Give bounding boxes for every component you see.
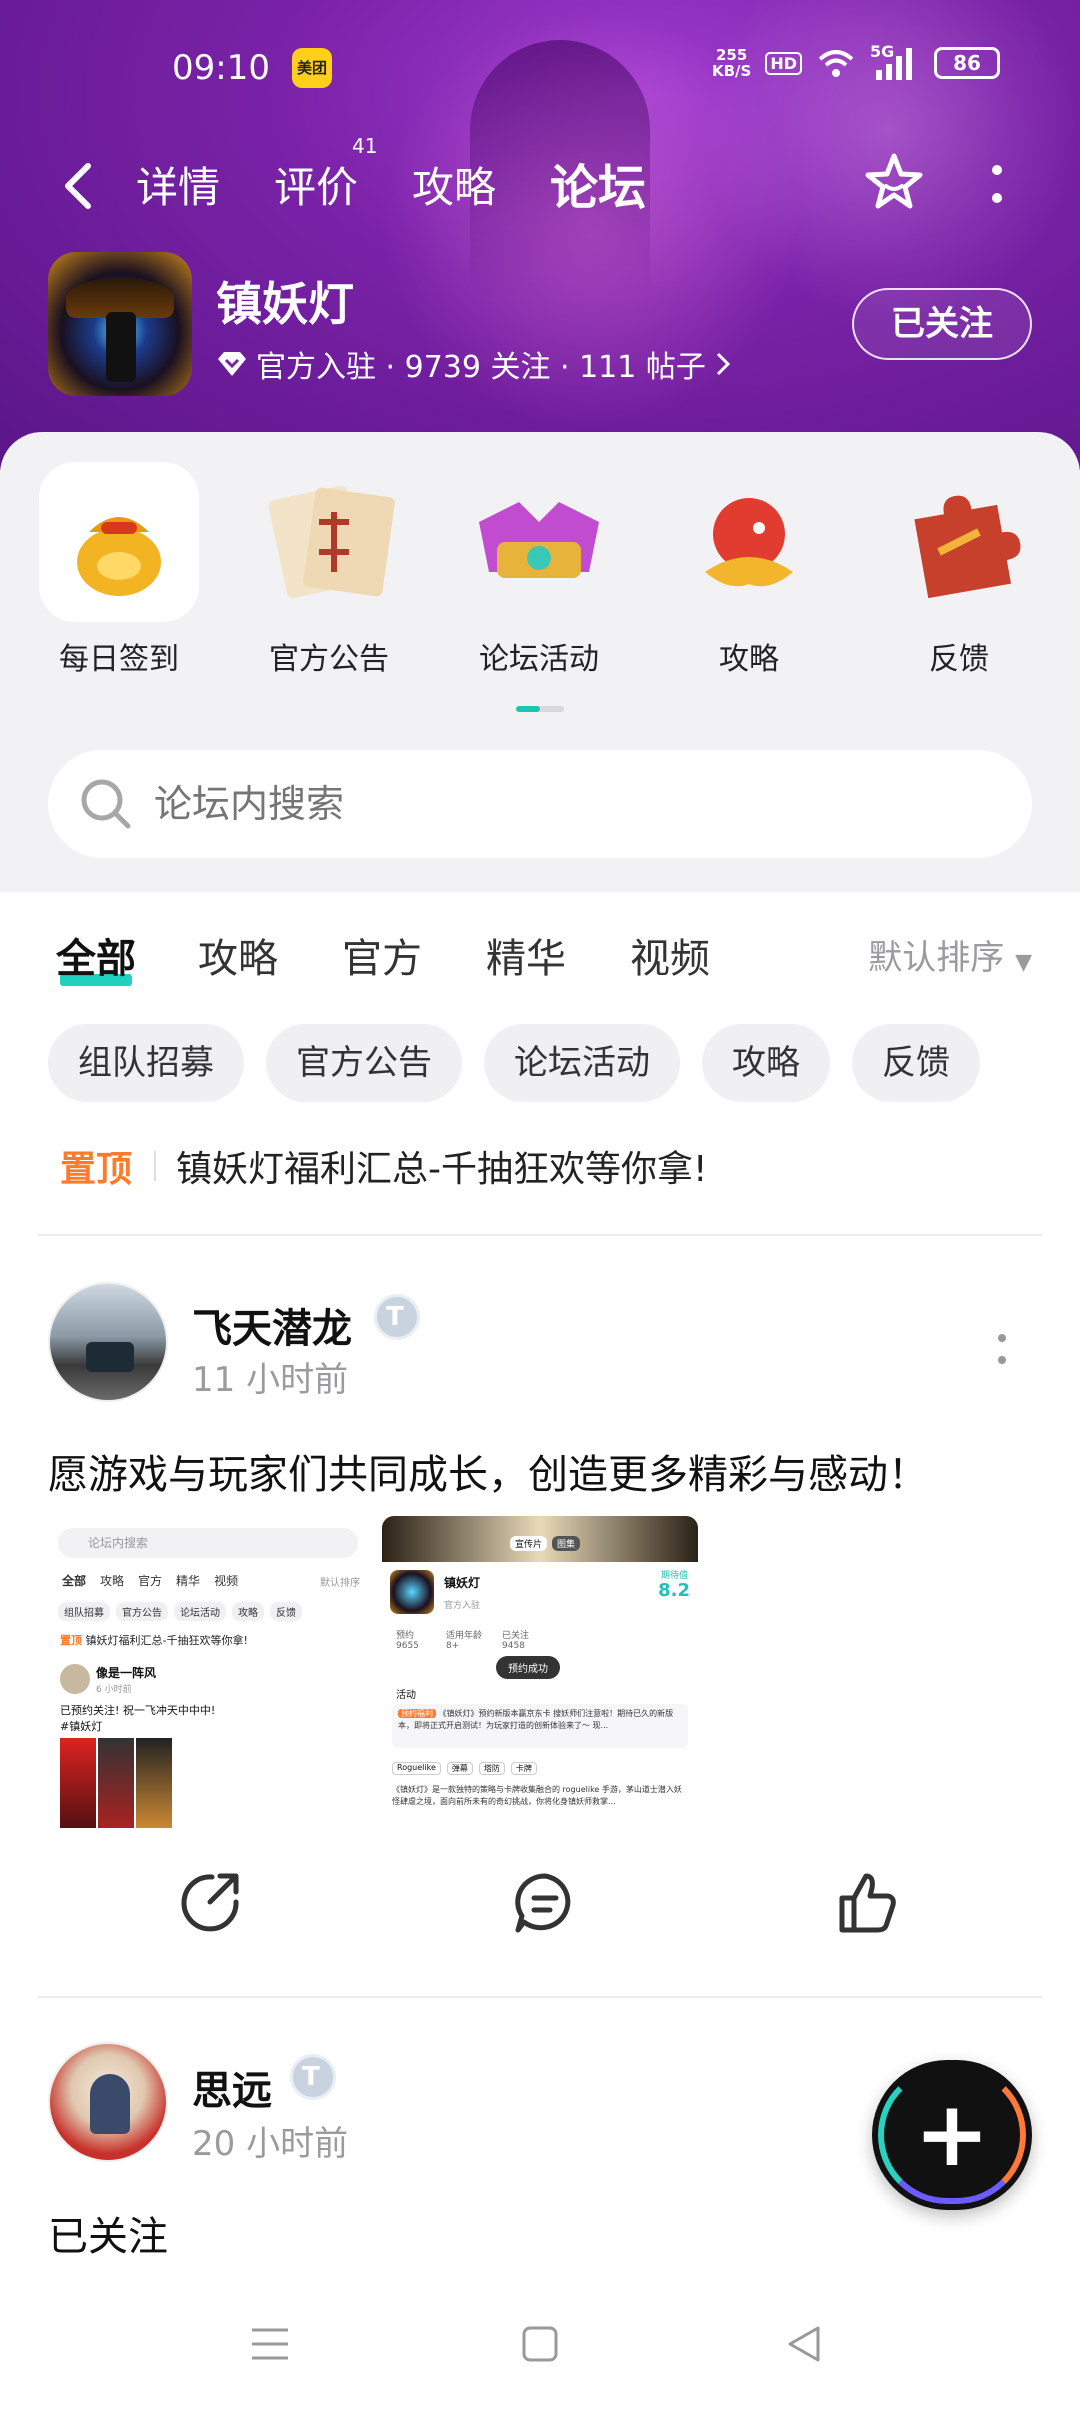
- caret-down-icon: ▼: [1015, 950, 1032, 975]
- search-icon: [81, 779, 131, 829]
- sort-dropdown[interactable]: 默认排序 ▼: [868, 930, 1032, 979]
- shortcut-scroll-indicator: [516, 706, 564, 712]
- shortcut-row: 每日签到 官方公告 论坛活动 攻略 反馈: [0, 462, 1080, 677]
- game-meta[interactable]: 官方入驻 · 9739 关注 · 111 帖子: [216, 342, 732, 386]
- divider: [38, 1996, 1042, 1998]
- chip-feedback[interactable]: 反馈: [852, 1024, 980, 1102]
- chip-guides[interactable]: 攻略: [702, 1024, 830, 1102]
- game-title: 镇妖灯: [216, 277, 354, 331]
- category-chips: 组队招募 官方公告 论坛活动 攻略 反馈: [48, 1024, 980, 1104]
- diamond-verified-icon: [218, 352, 246, 376]
- reviews-count-badge: 41: [352, 134, 378, 158]
- shortcut-daily-checkin[interactable]: 每日签到: [34, 462, 204, 678]
- dragon-icon: [669, 462, 829, 622]
- battery-icon: 86: [934, 47, 1000, 79]
- game-header: 09:10 美团 255 KB/S HD 5G 86 详情 评价 41 攻略 论…: [0, 0, 1080, 470]
- forum-shortcuts-panel: 每日签到 官方公告 论坛活动 攻略 反馈 论坛内搜索: [0, 432, 1080, 892]
- net-speed: 255 KB/S: [711, 46, 752, 80]
- filter-tab-featured[interactable]: 精华: [486, 926, 566, 984]
- post-author[interactable]: 思远: [192, 2058, 272, 2116]
- shortcut-official-notice[interactable]: 官方公告: [244, 462, 414, 678]
- scroll-icon: [249, 462, 409, 622]
- post-time: 11 小时前: [192, 1360, 349, 1400]
- post-more-icon[interactable]: [990, 1330, 1014, 1370]
- tab-details[interactable]: 详情: [136, 154, 220, 215]
- shortcut-feedback[interactable]: 反馈: [874, 462, 1044, 678]
- post-card[interactable]: 飞天潜龙 T 11 小时前 愿游戏与玩家们共同成长，创造更多精彩与感动！ 论坛内…: [0, 1270, 1080, 1990]
- game-icon[interactable]: [48, 252, 192, 396]
- status-icons: 255 KB/S HD 5G 86: [711, 42, 1000, 80]
- game-stats-text: 官方入驻 · 9739 关注 · 111 帖子: [256, 350, 706, 385]
- lucky-bag-icon: [39, 462, 199, 622]
- pinned-title: 镇妖灯福利汇总-千抽狂欢等你拿!: [176, 1149, 708, 1190]
- pinned-tag: 置顶: [60, 1149, 133, 1190]
- filter-tab-guides[interactable]: 攻略: [198, 926, 278, 984]
- post-image-1[interactable]: 论坛内搜索 全部 攻略 官方 精华 视频 默认排序 组队招募 官方公告 论坛活动…: [48, 1516, 370, 1834]
- avatar[interactable]: [48, 1282, 168, 1402]
- back-triangle-icon[interactable]: [784, 2324, 824, 2364]
- chip-team-recruit[interactable]: 组队招募: [48, 1024, 244, 1102]
- back-arrow-icon[interactable]: [56, 158, 104, 214]
- create-post-button[interactable]: +: [872, 2060, 1032, 2210]
- wifi-icon: [818, 50, 854, 77]
- comment-icon[interactable]: [510, 1868, 580, 1938]
- chip-official-notice[interactable]: 官方公告: [266, 1024, 462, 1102]
- top-nav: 详情 评价 41 攻略 论坛: [0, 134, 1080, 230]
- status-time: 09:10: [172, 48, 270, 88]
- menu-icon[interactable]: [250, 2324, 290, 2364]
- home-square-icon[interactable]: [520, 2324, 560, 2364]
- shortcut-forum-events[interactable]: 论坛活动: [454, 462, 624, 678]
- plus-icon: +: [914, 2082, 990, 2187]
- filter-tab-videos[interactable]: 视频: [630, 926, 710, 984]
- post-text: 已关注: [48, 2214, 168, 2260]
- treasure-box-icon: [459, 462, 619, 622]
- meituan-notification-icon: 美团: [292, 48, 332, 88]
- chevron-right-icon: [716, 352, 731, 376]
- tab-reviews[interactable]: 评价: [274, 154, 358, 215]
- status-bar: 09:10 美团 255 KB/S HD 5G 86: [0, 40, 1080, 96]
- shortcut-guides[interactable]: 攻略: [664, 462, 834, 678]
- share-icon[interactable]: [176, 1868, 246, 1938]
- tab-guides[interactable]: 攻略: [412, 154, 496, 215]
- more-vertical-icon[interactable]: [982, 158, 1012, 214]
- forum-search-bar[interactable]: [48, 750, 1032, 858]
- like-thumb-icon[interactable]: [832, 1868, 902, 1938]
- verified-badge-icon: T: [290, 2054, 336, 2100]
- puzzle-icon: [879, 462, 1039, 622]
- follow-button[interactable]: 已关注: [852, 288, 1032, 360]
- filter-tab-official[interactable]: 官方: [342, 926, 422, 984]
- post-time: 20 小时前: [192, 2124, 349, 2164]
- signal-icon: 5G: [870, 42, 920, 80]
- post-author[interactable]: 飞天潜龙: [192, 1296, 352, 1354]
- search-input[interactable]: [154, 750, 974, 858]
- filter-tab-all[interactable]: 全部: [56, 926, 136, 986]
- favorite-star-icon[interactable]: [862, 150, 926, 214]
- post-image-2[interactable]: 宣传片 图集 镇妖灯 官方入驻 期待值 8.2 预约 9655 适用年龄 8+ 已关…: [382, 1516, 698, 1834]
- tab-forum[interactable]: 论坛: [550, 148, 647, 218]
- filter-tabs: 全部 攻略 官方 精华 视频 默认排序 ▼: [0, 918, 1080, 998]
- system-navigation-bar: [0, 2288, 1080, 2412]
- pinned-post[interactable]: 置顶 镇妖灯福利汇总-千抽狂欢等你拿!: [60, 1140, 707, 1192]
- divider: [38, 1234, 1042, 1236]
- avatar[interactable]: [48, 2042, 168, 2162]
- verified-badge-icon: T: [374, 1294, 420, 1340]
- post-text: 愿游戏与玩家们共同成长，创造更多精彩与感动！: [48, 1452, 928, 1498]
- hd-icon: HD: [765, 51, 802, 75]
- chip-forum-events[interactable]: 论坛活动: [484, 1024, 680, 1102]
